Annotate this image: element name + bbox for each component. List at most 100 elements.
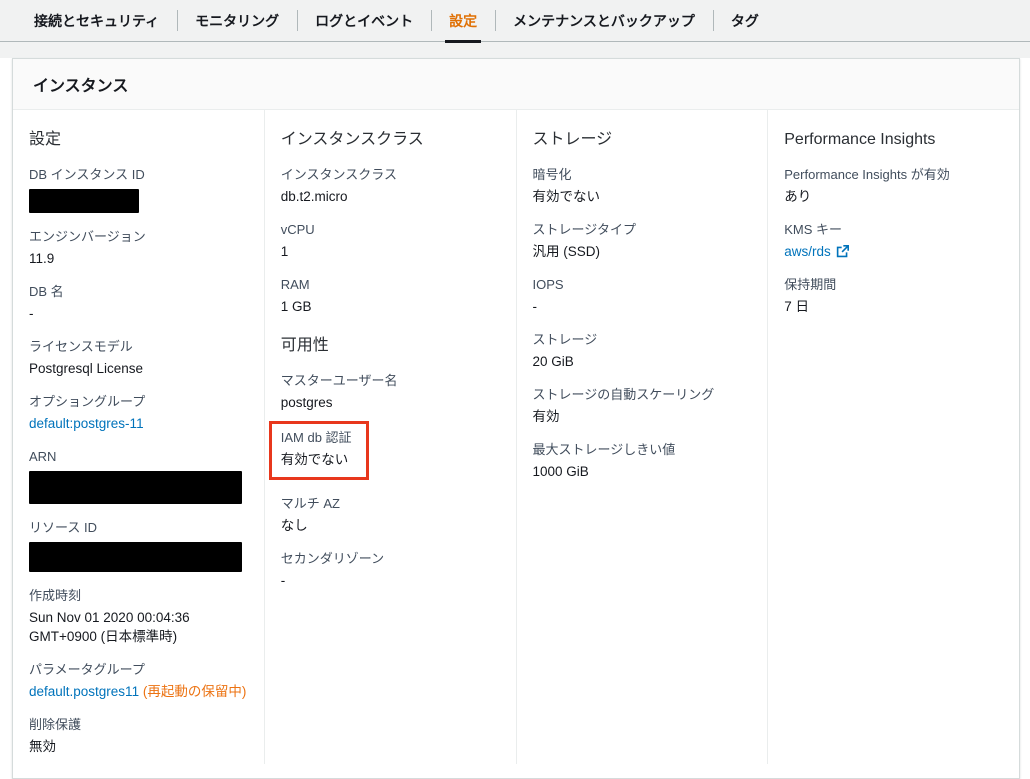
tab-logs-events[interactable]: ログとイベント <box>297 0 431 41</box>
field-value-option-group: default:postgres-11 <box>29 414 248 433</box>
field-secondary-zone: セカンダリゾーン - <box>281 550 500 590</box>
field-value-instance-class: db.t2.micro <box>280 189 348 204</box>
field-value-secondary-zone: - <box>280 573 286 588</box>
field-value-vcpu: 1 <box>280 244 289 259</box>
field-label-arn: ARN <box>29 449 57 464</box>
field-label-kms-key: KMS キー <box>784 222 843 237</box>
card-title: インスタンス <box>33 78 129 95</box>
field-value-storage-autoscaling: 有効 <box>532 409 560 424</box>
field-storage-autoscaling: ストレージの自動スケーリング 有効 <box>533 386 752 426</box>
field-engine-version: エンジンバージョン 11.9 <box>29 228 248 268</box>
field-value-db-name: - <box>29 306 34 321</box>
field-label-created-time: 作成時刻 <box>29 588 82 603</box>
redacted-value-resource-id <box>29 542 242 572</box>
field-label-encryption: 暗号化 <box>532 167 572 182</box>
field-value-pi-enabled: あり <box>784 189 812 204</box>
field-db-instance-id: DB インスタンス ID <box>29 166 248 213</box>
field-label-pi-enabled: Performance Insights が有効 <box>784 167 950 182</box>
card-column-4: Performance Insights Performance Insights… <box>767 110 1019 764</box>
tab-maintenance-backups[interactable]: メンテナンスとバックアップ <box>495 0 713 41</box>
annotation-highlight-box: IAM db 認証 有効でない <box>268 421 369 480</box>
tab-strip: 接続とセキュリティ モニタリング ログとイベント 設定 メンテナンスとバックアップ タグ <box>0 0 1030 58</box>
field-value-ram: 1 GB <box>280 299 312 314</box>
field-label-master-username: マスターユーザー名 <box>280 373 398 388</box>
card-column-2: インスタンスクラス インスタンスクラス db.t2.micro vCPU 1 RAM 1 G… <box>263 110 516 764</box>
section-heading: Performance Insights <box>784 131 936 148</box>
pending-reboot-badge: (再起動の保留中) <box>139 684 247 699</box>
instance-card-body: 設定 DB インスタンス ID エンジンバージョン 11.9 DB 名 - ライセンスモデル… <box>13 110 1019 778</box>
field-kms-key: KMS キー aws/rds <box>784 221 1003 261</box>
field-label-db-name: DB 名 <box>29 284 64 299</box>
field-label-storage-autoscaling: ストレージの自動スケーリング <box>532 387 715 402</box>
field-value-parameter-group: default.postgres11 (再起動の保留中) <box>29 682 248 701</box>
field-created-time: 作成時刻 Sun Nov 01 2020 00:04:36 GMT+0900 (日… <box>29 587 248 646</box>
field-label-option-group: オプショングループ <box>29 394 146 409</box>
field-label-parameter-group: パラメータグループ <box>29 662 145 677</box>
tab-configuration[interactable]: 設定 <box>431 0 495 43</box>
instance-card: インスタンス 設定 DB インスタンス ID エンジンバージョン 11.9 DB 名 - ラ… <box>12 58 1020 779</box>
field-multi-az: マルチ AZ なし <box>281 495 500 535</box>
field-value-max-storage-threshold: 1000 GiB <box>532 464 589 479</box>
section-heading: インスタンスクラス <box>280 131 424 148</box>
field-label-instance-class: インスタンスクラス <box>280 167 397 182</box>
field-value-kms-key: aws/rds <box>784 242 1003 261</box>
field-label-license-model: ライセンスモデル <box>29 339 133 354</box>
field-vcpu: vCPU 1 <box>281 221 500 261</box>
field-value-engine-version: 11.9 <box>29 251 55 266</box>
field-instance-class: インスタンスクラス db.t2.micro <box>281 166 500 206</box>
field-deletion-protection: 削除保護 無効 <box>29 716 248 756</box>
field-value-deletion-protection: 無効 <box>29 739 56 754</box>
tab-tags[interactable]: タグ <box>712 0 777 41</box>
field-resource-id: リソース ID <box>29 519 248 572</box>
field-label-resource-id: リソース ID <box>29 520 97 535</box>
field-label-deletion-protection: 削除保護 <box>29 717 82 732</box>
detail-tabs: 接続とセキュリティ モニタリング ログとイベント 設定 メンテナンスとバックアップ タグ <box>0 0 1030 43</box>
link-parameter-group[interactable]: default.postgres11 <box>29 684 139 699</box>
field-value-retention-period: 7 日 <box>784 299 810 314</box>
card-column-3: ストレージ 暗号化 有効でない ストレージタイプ 汎用 (SSD) IOPS - ストレージ 2… <box>515 110 768 764</box>
field-label-multi-az: マルチ AZ <box>280 496 340 511</box>
field-master-username: マスターユーザー名 postgres <box>281 372 500 412</box>
field-max-storage-threshold: 最大ストレージしきい値 1000 GiB <box>533 441 752 481</box>
field-value-storage-type: 汎用 (SSD) <box>532 244 601 259</box>
field-label-secondary-zone: セカンダリゾーン <box>280 551 385 566</box>
field-label-iam-db-auth: IAM db 認証 <box>280 430 352 445</box>
field-retention-period: 保持期間 7 日 <box>784 276 1003 316</box>
field-label-vcpu: vCPU <box>280 222 315 237</box>
field-value-license-model: Postgresql License <box>29 361 144 376</box>
field-storage: ストレージ 20 GiB <box>533 331 752 371</box>
field-value-created-time: Sun Nov 01 2020 00:04:36 GMT+0900 (日本標準時… <box>29 610 190 644</box>
section-heading: 設定 <box>29 131 62 148</box>
field-arn: ARN <box>29 448 248 504</box>
section-heading: ストレージ <box>532 131 613 148</box>
card-column-1: 設定 DB インスタンス ID エンジンバージョン 11.9 DB 名 - ライセンスモデル… <box>13 110 264 764</box>
field-iops: IOPS - <box>533 276 752 316</box>
tab-connectivity-security[interactable]: 接続とセキュリティ <box>16 0 177 41</box>
field-ram: RAM 1 GB <box>281 276 500 316</box>
instance-card-header: インスタンス <box>13 59 1019 110</box>
redacted-value-db-instance-id <box>29 189 139 213</box>
field-label-retention-period: 保持期間 <box>784 277 837 292</box>
redacted-value-arn <box>29 471 242 504</box>
field-label-engine-version: エンジンバージョン <box>29 229 146 244</box>
field-value-encryption: 有効でない <box>532 189 601 204</box>
field-label-storage-type: ストレージタイプ <box>532 222 636 237</box>
external-link-icon <box>836 245 849 258</box>
field-value-iops: - <box>532 299 538 314</box>
tab-monitoring[interactable]: モニタリング <box>177 0 297 41</box>
field-label-storage: ストレージ <box>532 332 598 347</box>
field-iam-db-auth: IAM db 認証 有効でない <box>281 429 352 469</box>
field-pi-enabled: Performance Insights が有効 あり <box>784 166 1003 206</box>
field-value-multi-az: なし <box>280 518 308 533</box>
link-option-group[interactable]: default:postgres-11 <box>29 416 144 431</box>
field-label-iops: IOPS <box>532 277 564 292</box>
section-heading: 可用性 <box>280 337 329 354</box>
field-storage-type: ストレージタイプ 汎用 (SSD) <box>533 221 752 261</box>
field-license-model: ライセンスモデル Postgresql License <box>29 338 248 378</box>
field-encryption: 暗号化 有効でない <box>533 166 752 206</box>
field-value-master-username: postgres <box>280 395 333 410</box>
link-kms-key[interactable]: aws/rds <box>784 244 831 259</box>
field-value-storage: 20 GiB <box>532 354 574 369</box>
field-label-db-instance-id: DB インスタンス ID <box>29 167 145 182</box>
field-label-max-storage-threshold: 最大ストレージしきい値 <box>532 442 676 457</box>
